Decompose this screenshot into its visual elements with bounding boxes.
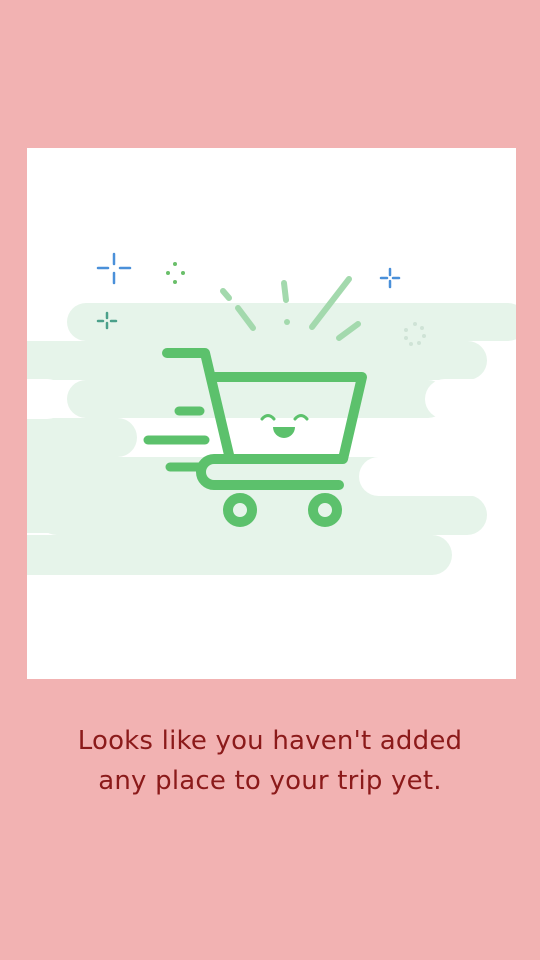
- cloud-background: [27, 303, 516, 575]
- sparkle-blue-large-icon: [96, 252, 132, 285]
- cart-smile: [273, 427, 295, 438]
- sparkle-green-dots-icon: [166, 262, 185, 284]
- burst-dot: [284, 319, 290, 325]
- empty-trip-message-line1: Looks like you haven't added: [77, 726, 463, 756]
- empty-state-illustration: [27, 148, 516, 679]
- sparkle-blue-small-icon: [379, 267, 401, 289]
- illustration-canvas: [27, 252, 516, 575]
- empty-trip-screen: Looks like you haven't added any place t…: [0, 0, 540, 960]
- empty-trip-message: Looks like you haven't added any place t…: [30, 721, 510, 801]
- empty-trip-message-line2: any place to your trip yet.: [98, 766, 442, 796]
